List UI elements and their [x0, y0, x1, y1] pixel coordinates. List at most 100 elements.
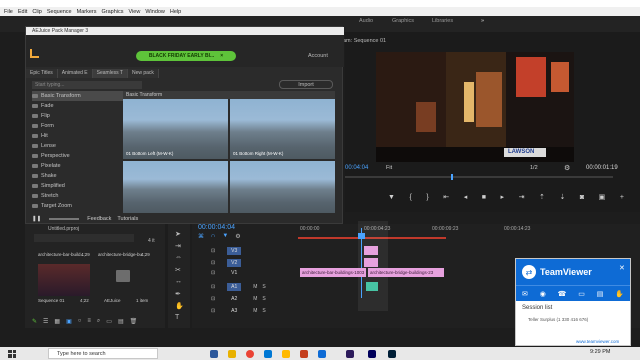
- file-icon[interactable]: ▤: [597, 290, 604, 298]
- track-label-v3[interactable]: V3: [227, 247, 242, 255]
- menu-edit[interactable]: Edit: [18, 9, 27, 15]
- menu-window[interactable]: Window: [145, 9, 165, 15]
- lock-icon[interactable]: ⊡: [211, 296, 215, 302]
- timeline-clip-v3[interactable]: [364, 246, 378, 255]
- preset-thumbnail[interactable]: [123, 161, 228, 213]
- go-to-in-icon[interactable]: ⇤: [443, 193, 449, 201]
- track-label-v2[interactable]: V2: [227, 259, 242, 267]
- timeline-timecode[interactable]: 00:00:04:04: [198, 224, 235, 231]
- project-search-input[interactable]: [34, 234, 134, 242]
- workspace-tab-graphics[interactable]: Graphics: [392, 18, 414, 24]
- track-label-a1[interactable]: A1: [227, 283, 242, 291]
- menu-view[interactable]: View: [129, 9, 141, 15]
- step-back-icon[interactable]: ◂: [464, 193, 468, 201]
- phone-icon[interactable]: ☎: [558, 290, 567, 298]
- solo-toggle[interactable]: S: [262, 296, 265, 302]
- trash-icon[interactable]: 🗑: [130, 318, 138, 326]
- slip-tool-icon[interactable]: ↔: [175, 278, 183, 286]
- chrome-icon[interactable]: [246, 350, 254, 358]
- linked-selection-icon[interactable]: ∩: [211, 233, 215, 241]
- add-button-icon[interactable]: +: [620, 194, 624, 201]
- workspace-tab-libraries[interactable]: Libraries: [432, 18, 453, 24]
- teamviewer-url[interactable]: www.teamviewer.com: [576, 339, 619, 344]
- program-scrub-bar[interactable]: [345, 176, 613, 178]
- resolution-dropdown[interactable]: 1/2: [530, 165, 538, 171]
- task-view-icon[interactable]: [210, 350, 218, 358]
- workspace-tab-audio[interactable]: Audio: [359, 18, 373, 24]
- pack-tab-seamless[interactable]: Seamless T: [92, 69, 128, 78]
- after-effects-icon[interactable]: [346, 350, 354, 358]
- pencil-icon[interactable]: ✎: [32, 318, 37, 326]
- timeline-audio-clip[interactable]: [366, 282, 378, 291]
- menu-sequence[interactable]: Sequence: [47, 9, 72, 15]
- mute-toggle[interactable]: M: [253, 284, 257, 290]
- speed-slider[interactable]: [49, 218, 80, 220]
- close-promo-icon[interactable]: ×: [220, 53, 223, 59]
- settings-icon[interactable]: ▣: [599, 193, 606, 201]
- folder-icon[interactable]: [116, 270, 130, 282]
- windows-start-icon[interactable]: [8, 349, 16, 358]
- tutorials-link[interactable]: Tutorials: [117, 216, 138, 222]
- sort-icon[interactable]: ≡: [87, 318, 91, 326]
- feedback-link[interactable]: Feedback: [87, 216, 111, 222]
- timeline-clip-v2[interactable]: [364, 258, 378, 267]
- add-marker-icon[interactable]: ▼: [222, 233, 228, 241]
- menu-help[interactable]: Help: [170, 9, 181, 15]
- lock-icon[interactable]: ⊡: [211, 248, 215, 254]
- session-list-heading[interactable]: Session list: [522, 305, 552, 311]
- track-label-a2[interactable]: A2: [227, 295, 241, 303]
- timeline-clip-v1b[interactable]: architecture-bridge-buildings-23: [368, 268, 444, 277]
- more-workspaces-icon[interactable]: »: [481, 18, 484, 24]
- marker-icon[interactable]: ▼: [388, 194, 395, 201]
- program-current-timecode[interactable]: 00:04:04: [345, 165, 368, 171]
- lock-icon[interactable]: ⊡: [211, 308, 215, 314]
- out-point-icon[interactable]: }: [426, 194, 428, 201]
- mail-icon[interactable]: [282, 350, 290, 358]
- extract-icon[interactable]: ⇣: [559, 193, 565, 201]
- screen-icon[interactable]: ▭: [578, 290, 585, 298]
- chat-icon[interactable]: ✉: [522, 290, 528, 298]
- find-icon[interactable]: ⌕: [97, 318, 100, 326]
- ripple-edit-icon[interactable]: ⇔: [175, 254, 183, 262]
- new-item-icon[interactable]: ▤: [118, 318, 124, 326]
- preset-thumbnail[interactable]: 01 Bottom Left (M-W-K): [123, 99, 228, 159]
- taskbar-search-input[interactable]: Type here to search: [48, 348, 158, 359]
- video-icon[interactable]: ◉: [540, 290, 546, 298]
- menu-markers[interactable]: Markers: [77, 9, 97, 15]
- lock-icon[interactable]: ⊡: [211, 284, 215, 290]
- teamviewer-taskbar-icon[interactable]: [318, 350, 326, 358]
- solo-toggle[interactable]: S: [262, 308, 265, 314]
- pack-tab-animated[interactable]: Animated E: [57, 69, 93, 78]
- stop-icon[interactable]: ■: [482, 194, 486, 201]
- pen-tool-icon[interactable]: ✒: [175, 290, 183, 298]
- hand-icon[interactable]: ✋: [615, 290, 624, 298]
- go-to-out-icon[interactable]: ⇥: [519, 193, 525, 201]
- menu-file[interactable]: File: [4, 9, 13, 15]
- timeline-settings-icon[interactable]: ⚙: [235, 233, 240, 241]
- preset-thumbnail[interactable]: [230, 161, 335, 213]
- program-playhead[interactable]: [451, 174, 453, 180]
- menu-graphics[interactable]: Graphics: [102, 9, 124, 15]
- sequence-thumbnail[interactable]: [38, 264, 90, 296]
- account-link[interactable]: Account: [308, 53, 328, 59]
- solo-toggle[interactable]: S: [262, 284, 265, 290]
- in-point-icon[interactable]: {: [409, 194, 411, 201]
- type-tool-icon[interactable]: T: [175, 314, 183, 322]
- razor-tool-icon[interactable]: ✂: [175, 266, 183, 274]
- session-list-item[interactable]: Teller Surplus (1 330 416 676): [528, 317, 588, 322]
- lock-icon[interactable]: ⊡: [211, 260, 215, 266]
- track-select-icon[interactable]: ⇥: [175, 242, 183, 250]
- hand-tool-icon[interactable]: ✋: [175, 302, 184, 310]
- track-label-a3[interactable]: A3: [227, 307, 241, 315]
- black-friday-button[interactable]: BLACK FRIDAY EARLY BI... ×: [136, 51, 236, 61]
- lift-icon[interactable]: ⇡: [539, 193, 545, 201]
- menu-clip[interactable]: Clip: [32, 9, 41, 15]
- playhead-handle[interactable]: [358, 233, 365, 239]
- mute-toggle[interactable]: M: [253, 308, 257, 314]
- icon-view-icon[interactable]: ▦: [54, 318, 60, 326]
- edge-icon[interactable]: [264, 350, 272, 358]
- timeline-clip-v1a[interactable]: architecture-bar-buildings-1003: [300, 268, 366, 277]
- fit-dropdown[interactable]: Fit: [386, 165, 392, 171]
- step-forward-icon[interactable]: ▸: [501, 193, 505, 201]
- pack-tab-epic-titles[interactable]: Epic Titles: [26, 69, 58, 78]
